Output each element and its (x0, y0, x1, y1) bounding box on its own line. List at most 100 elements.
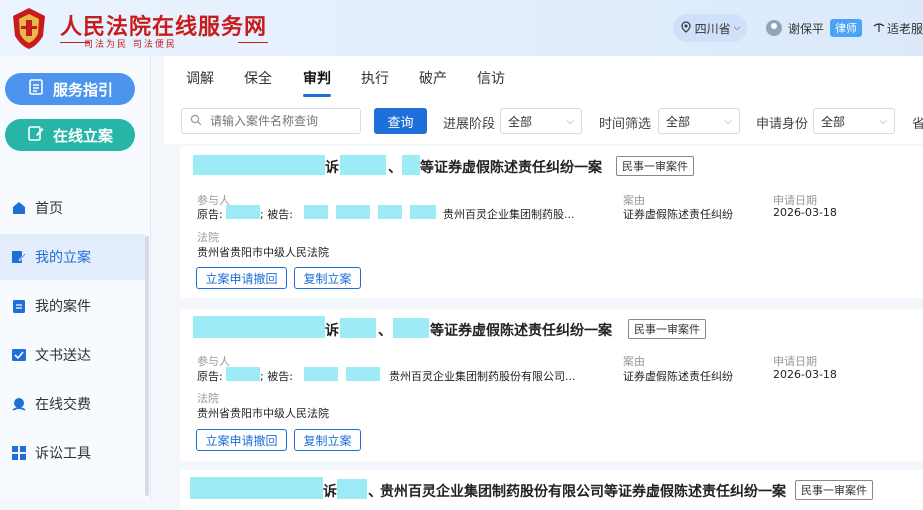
service-guide-button[interactable]: 服务指引 (5, 73, 135, 105)
tab-bankruptcy[interactable]: 破产 (419, 68, 447, 88)
user-role-badge: 律师 (830, 19, 863, 37)
case-title-part[interactable]: 诉 (325, 157, 339, 177)
cause-label: 案由 (623, 355, 645, 368)
court-value: 贵州省贵阳市中级人民法院 (197, 246, 329, 259)
tools-icon (12, 446, 26, 460)
case-type-tag: 民事一审案件 (616, 156, 694, 176)
elder-mode-link[interactable]: 适老服 (873, 14, 923, 42)
top-header: 人民法院在线服务网 司法为民 司法便民 四川省 ⌵ 谢保平 律师 适老服 (0, 0, 923, 56)
court-emblem-icon (13, 8, 45, 49)
case-title[interactable]: 等证券虚假陈述责任纠纷一案 (430, 320, 612, 340)
avatar (766, 20, 782, 36)
stage-select[interactable]: 全部 ⌵ (500, 108, 582, 134)
online-filing-button[interactable]: 在线立案 (5, 119, 135, 151)
cause-value: 证券虚假陈述责任纠纷 (623, 370, 733, 383)
search-input[interactable] (208, 113, 352, 129)
redaction-block (336, 205, 370, 219)
filing-edit-icon (27, 124, 45, 146)
party-company: 贵州百灵企业集团制药股... (443, 208, 575, 221)
sidebar-item-online-payment[interactable]: 在线交费 (0, 381, 145, 427)
case-title-part[interactable]: 诉 (323, 481, 337, 501)
redaction-block (193, 155, 325, 175)
redaction-block (410, 205, 436, 219)
redaction-block (340, 155, 386, 175)
copy-filing-button[interactable]: 复制立案 (294, 429, 361, 451)
time-select-value: 全部 (666, 114, 691, 129)
withdraw-filing-button[interactable]: 立案申请撤回 (196, 267, 287, 289)
redaction-block (393, 318, 429, 338)
region-selector[interactable]: 四川省 ⌵ (673, 14, 747, 42)
redaction-block (402, 155, 420, 175)
case-title-part[interactable]: 诉 (325, 320, 339, 340)
redaction-block (226, 367, 260, 381)
clipboard-icon (13, 300, 25, 313)
court-value: 贵州省贵阳市中级人民法院 (197, 407, 329, 420)
redaction-block (193, 316, 325, 338)
sidebar-scrollbar[interactable] (145, 236, 149, 496)
location-pin-icon (680, 20, 692, 36)
stage-filter-label: 进展阶段 (443, 117, 496, 132)
withdraw-filing-button[interactable]: 立案申请撤回 (196, 429, 287, 451)
court-label: 法院 (197, 392, 219, 405)
redaction-block (304, 205, 328, 219)
tab-mediation[interactable]: 调解 (186, 68, 214, 88)
case-type-tag: 民事一审案件 (628, 319, 706, 339)
date-label: 申请日期 (773, 355, 817, 368)
tab-enforcement[interactable]: 执行 (361, 68, 389, 88)
identity-select[interactable]: 全部 ⌵ (813, 108, 895, 134)
sidebar-item-label: 诉讼工具 (35, 446, 91, 462)
chevron-down-icon: ⌵ (566, 115, 574, 127)
party-company: 贵州百灵企业集团制药股份有限公司... (389, 370, 576, 383)
site-motto: 司法为民 司法便民 (84, 40, 177, 50)
defendant-prefix: ; 被告: (260, 208, 293, 221)
pay-icon (12, 398, 26, 411)
sidebar-item-label: 在线交费 (35, 397, 91, 413)
elder-icon (873, 21, 885, 36)
user-name: 谢保平 (788, 21, 825, 36)
defendant-prefix: ; 被告: (260, 370, 293, 383)
sidebar-item-document-delivery[interactable]: 文书送达 (0, 332, 145, 378)
search-box (181, 108, 361, 134)
chevron-down-icon: ⌵ (724, 115, 732, 127)
chevron-down-icon: ⌵ (733, 23, 741, 33)
sidebar-item-my-cases[interactable]: 我的案件 (0, 283, 145, 329)
case-type-tabs: 调解 保全 审判 执行 破产 信访 (164, 56, 923, 99)
redaction-block (378, 205, 402, 219)
plaintiff-prefix: 原告: (197, 370, 223, 383)
active-tab-indicator (303, 94, 331, 97)
sidebar-item-my-filings[interactable]: 我的立案 (0, 234, 145, 280)
time-filter-label: 时间筛选 (599, 117, 652, 132)
redaction-block (226, 205, 260, 219)
plaintiff-prefix: 原告: (197, 208, 223, 221)
sidebar-item-label: 首页 (35, 201, 63, 217)
time-select[interactable]: 全部 ⌵ (658, 108, 740, 134)
case-title[interactable]: 等证券虚假陈述责任纠纷一案 (420, 157, 602, 177)
sidebar-item-home[interactable]: 首页 (0, 185, 145, 231)
query-button[interactable]: 查询 (374, 108, 427, 134)
court-label: 法院 (197, 231, 219, 244)
region-label: 四川省 (694, 21, 731, 36)
case-type-tag: 民事一审案件 (795, 480, 873, 500)
tab-trial[interactable]: 审判 (303, 68, 331, 88)
case-card: 诉 、 贵州百灵企业集团制药股份有限公司等证券虚假陈述责任纠纷一案 民事一审案件 (180, 470, 923, 510)
redaction-block (337, 479, 367, 499)
redaction-block (340, 318, 376, 338)
tab-petition[interactable]: 信访 (477, 68, 505, 88)
service-guide-label: 服务指引 (52, 80, 113, 99)
sidebar-item-litigation-tools[interactable]: 诉讼工具 (0, 430, 145, 476)
guide-icon (27, 78, 45, 100)
redaction-block (304, 367, 338, 381)
sidebar-item-label: 我的立案 (35, 250, 91, 266)
sidebar-item-label: 文书送达 (35, 348, 91, 364)
user-menu[interactable]: 谢保平 律师 (766, 14, 863, 42)
tab-preservation[interactable]: 保全 (244, 68, 272, 88)
copy-filing-button[interactable]: 复制立案 (294, 267, 361, 289)
identity-filter-label: 申请身份 (756, 117, 809, 132)
chevron-down-icon: ⌵ (879, 115, 887, 127)
search-icon (190, 114, 202, 129)
online-filing-label: 在线立案 (52, 126, 113, 145)
case-title-part: 、 (378, 323, 392, 339)
redaction-block (346, 367, 380, 381)
sidebar-item-label: 我的案件 (35, 299, 91, 315)
case-title[interactable]: 贵州百灵企业集团制药股份有限公司等证券虚假陈述责任纠纷一案 (380, 481, 786, 501)
